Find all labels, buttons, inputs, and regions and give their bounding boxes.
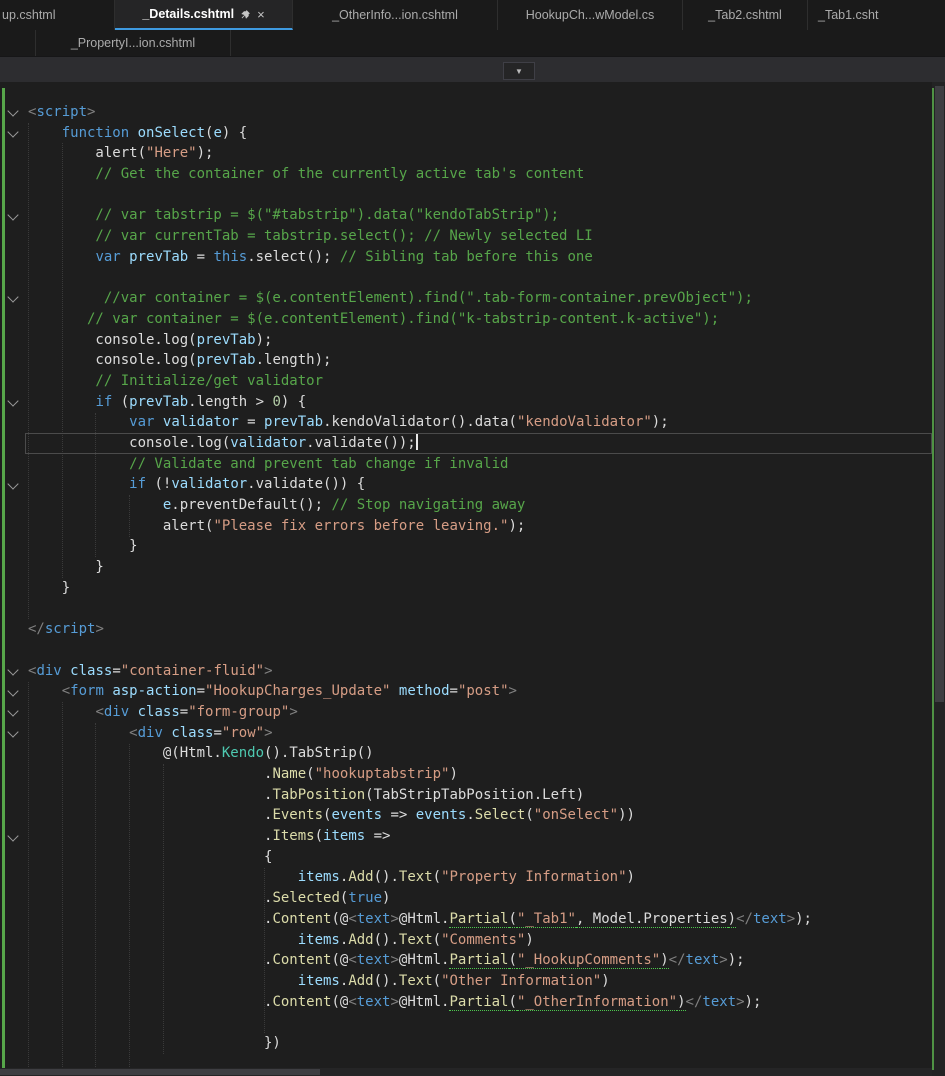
- code-line[interactable]: .Items(items =>: [28, 826, 932, 847]
- code-line[interactable]: [28, 268, 932, 289]
- code-line[interactable]: .Selected(true): [28, 888, 932, 909]
- tab-label: _PropertyI...ion.cshtml: [70, 36, 196, 50]
- code-line[interactable]: if (prevTab.length > 0) {: [28, 392, 932, 413]
- chevron-down-icon[interactable]: [7, 208, 19, 221]
- code-line[interactable]: }: [28, 557, 932, 578]
- tab-stub[interactable]: [0, 30, 36, 56]
- code-line[interactable]: <script>: [28, 102, 932, 123]
- code-line[interactable]: // var currentTab = tabstrip.select(); /…: [28, 226, 932, 247]
- code-line[interactable]: [28, 185, 932, 206]
- chevron-down-icon[interactable]: [7, 705, 19, 717]
- chevron-down-icon[interactable]: [7, 291, 19, 303]
- code-line[interactable]: if (!validator.validate()) {: [28, 474, 932, 495]
- code-line[interactable]: .Content(@<text>@Html.Partial("_Tab1", M…: [28, 909, 932, 930]
- code-line[interactable]: .Name("hookuptabstrip"): [28, 764, 932, 785]
- code-line[interactable]: e.preventDefault(); // Stop navigating a…: [28, 495, 932, 516]
- text-caret: [415, 434, 418, 450]
- code-line[interactable]: items.Add().Text("Other Information"): [28, 971, 932, 992]
- code-line[interactable]: @(Html.Kendo().TabStrip(): [28, 743, 932, 764]
- tab-label: _OtherInfo...ion.cshtml: [332, 8, 458, 22]
- vertical-scrollbar-thumb[interactable]: [935, 86, 944, 703]
- chevron-down-icon[interactable]: [7, 395, 19, 407]
- chevron-down-icon[interactable]: [7, 726, 19, 738]
- code-line[interactable]: }: [28, 578, 932, 599]
- code-line[interactable]: {: [28, 847, 932, 868]
- tab-label: _Tab2.cshtml: [708, 8, 782, 22]
- editor[interactable]: <script> function onSelect(e) { alert("H…: [0, 82, 945, 1076]
- tab-row-2: _PropertyI...ion.cshtml: [0, 30, 945, 56]
- code-line[interactable]: [28, 640, 932, 661]
- code-line[interactable]: .Events(events => events.Select("onSelec…: [28, 805, 932, 826]
- code-line[interactable]: .Content(@<text>@Html.Partial("_HookupCo…: [28, 950, 932, 971]
- chevron-down-icon[interactable]: [7, 105, 19, 117]
- code-line[interactable]: var prevTab = this.select(); // Sibling …: [28, 247, 932, 268]
- tab-label: _Tab1.csht: [818, 8, 879, 22]
- tab-otherinfo-ion-cshtml[interactable]: _OtherInfo...ion.cshtml: [293, 0, 498, 30]
- scrollbar-change-mark: [932, 88, 934, 1070]
- code-line[interactable]: [28, 1012, 932, 1033]
- chevron-down-icon: ▼: [515, 66, 523, 76]
- code-area[interactable]: <script> function onSelect(e) { alert("H…: [28, 82, 932, 1076]
- tab-row-1: up.cshtml _Details.cshtml × _OtherInfo...io…: [0, 0, 945, 30]
- tab-label: _Details.cshtml: [142, 7, 235, 21]
- code-line[interactable]: // Initialize/get validator: [28, 371, 932, 392]
- vertical-scrollbar[interactable]: [932, 82, 945, 1076]
- dropdown-button[interactable]: ▼: [503, 62, 535, 80]
- code-line[interactable]: alert("Please fix errors before leaving.…: [28, 516, 932, 537]
- tab-propertyi-ion-cshtml[interactable]: _PropertyI...ion.cshtml: [36, 30, 231, 56]
- code-line[interactable]: .TabPosition(TabStripTabPosition.Left): [28, 785, 932, 806]
- code-line[interactable]: alert("Here");: [28, 143, 932, 164]
- code-line[interactable]: <div class="container-fluid">: [28, 661, 932, 682]
- code-line[interactable]: <form asp-action="HookupCharges_Update" …: [28, 681, 932, 702]
- change-tracking-bar: [2, 88, 5, 1076]
- chevron-down-icon[interactable]: [7, 684, 19, 697]
- tab-up-cshtml[interactable]: up.cshtml: [0, 0, 115, 30]
- tab-label: up.cshtml: [2, 8, 56, 22]
- code-line[interactable]: </script>: [28, 619, 932, 640]
- chevron-down-icon[interactable]: [7, 477, 19, 490]
- tab-details-cshtml[interactable]: _Details.cshtml ×: [115, 0, 293, 30]
- code-line[interactable]: // var tabstrip = $("#tabstrip").data("k…: [28, 205, 932, 226]
- code-line[interactable]: function onSelect(e) {: [28, 123, 932, 144]
- close-icon[interactable]: ×: [257, 7, 265, 22]
- tab-tab1-csht[interactable]: _Tab1.csht: [808, 0, 945, 30]
- code-line[interactable]: console.log(validator.validate());: [28, 433, 932, 454]
- pin-icon[interactable]: [240, 9, 251, 20]
- horizontal-scrollbar[interactable]: [0, 1068, 932, 1076]
- code-line[interactable]: //var container = $(e.contentElement).fi…: [28, 288, 932, 309]
- code-line[interactable]: console.log(prevTab);: [28, 330, 932, 351]
- tab-hookupch-wmodel-cs[interactable]: HookupCh...wModel.cs: [498, 0, 683, 30]
- chevron-down-icon[interactable]: [7, 126, 19, 138]
- code-line[interactable]: items.Add().Text("Property Information"): [28, 867, 932, 888]
- code-line[interactable]: // var container = $(e.contentElement).f…: [28, 309, 932, 330]
- code-line[interactable]: // Validate and prevent tab change if in…: [28, 454, 932, 475]
- code-line[interactable]: [28, 599, 932, 620]
- code-line[interactable]: <div class="form-group">: [28, 702, 932, 723]
- tab-label: HookupCh...wModel.cs: [525, 8, 655, 22]
- code-line[interactable]: var validator = prevTab.kendoValidator()…: [28, 412, 932, 433]
- tab-tab2-cshtml[interactable]: _Tab2.cshtml: [683, 0, 808, 30]
- code-line[interactable]: console.log(prevTab.length);: [28, 350, 932, 371]
- code-line[interactable]: }): [28, 1033, 932, 1054]
- code-line[interactable]: }: [28, 536, 932, 557]
- chevron-down-icon[interactable]: [7, 829, 19, 842]
- horizontal-scrollbar-thumb[interactable]: [0, 1069, 320, 1075]
- code-line[interactable]: // Get the container of the currently ac…: [28, 164, 932, 185]
- chevron-down-icon[interactable]: [7, 664, 19, 676]
- code-line[interactable]: items.Add().Text("Comments"): [28, 930, 932, 951]
- navigation-bar: ▼: [0, 56, 945, 84]
- code-line[interactable]: <div class="row">: [28, 723, 932, 744]
- code-line[interactable]: .Content(@<text>@Html.Partial("_OtherInf…: [28, 992, 932, 1013]
